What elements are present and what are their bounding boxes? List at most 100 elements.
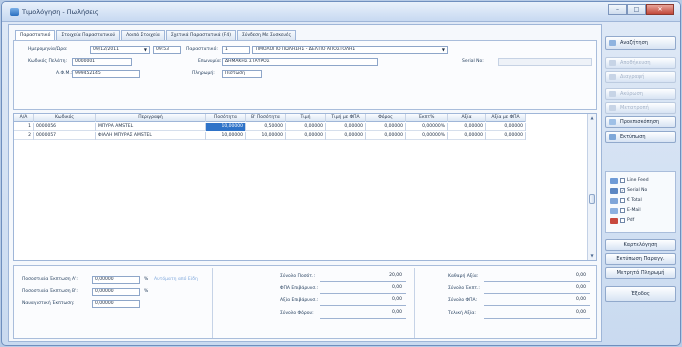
items-grid[interactable]: Α/Α Κωδικός Περιγραφή Ποσότητα Β' Ποσότη… <box>13 113 597 261</box>
order-print-button[interactable]: Εκτύπωση Παραγγ. <box>605 253 676 265</box>
tab-related-documents[interactable]: Σχετικά Παραστατικά (F4) <box>165 30 236 40</box>
convert-icon <box>609 105 616 111</box>
email-checkbox[interactable] <box>620 208 625 213</box>
divider <box>320 318 406 319</box>
payment-field[interactable]: Πίστωση <box>222 70 262 78</box>
option-line-feed[interactable]: Line Feed <box>610 176 649 185</box>
discount-a-label: Ποσοστιαία Έκπτωση Α': <box>22 277 78 282</box>
delete-button[interactable]: Διαγραφή <box>605 71 676 83</box>
item-price[interactable]: 0,00000 <box>286 123 326 131</box>
time-field[interactable]: 09:53 <box>153 46 181 54</box>
option-serial-no[interactable]: ✓ Serial No <box>610 186 647 195</box>
date-field[interactable]: 09/12/2011 ▼ <box>90 46 150 54</box>
item-secondary-quantity[interactable]: 0,50000 <box>246 123 286 131</box>
total-value: 0,00 <box>575 310 586 315</box>
item-discount[interactable]: 0,00000% <box>406 123 448 131</box>
date-label: Ημερομηνία/Ώρα: <box>28 47 68 52</box>
item-value[interactable]: 0,00000 <box>448 132 486 140</box>
table-row[interactable]: 2 0000057 ΦΙΑΛΗ ΜΠΥΡΑΣ AMSTEL 10,00000 1… <box>14 132 526 140</box>
column-header[interactable]: Τιμή <box>286 114 326 122</box>
divider <box>484 281 590 282</box>
total-value: 0,00 <box>391 297 402 302</box>
item-description[interactable]: ΜΠΥΡΑ AMSTEL <box>96 123 206 131</box>
euro-total-checkbox[interactable] <box>620 198 625 203</box>
option-label: Serial No <box>627 188 648 193</box>
item-value-with-vat[interactable]: 0,00000 <box>486 123 526 131</box>
option-label: Pdf <box>627 218 635 223</box>
afm-field[interactable]: 999452145 <box>72 70 140 78</box>
item-tax[interactable]: 0,00000 <box>366 123 406 131</box>
save-button-label: Αποθήκευση <box>620 60 651 66</box>
disk-icon <box>609 60 616 66</box>
total-label: Αξία Επιβάρυνσ.: <box>280 298 319 303</box>
option-euro-total[interactable]: € Total <box>610 196 642 205</box>
column-header[interactable]: Α/Α <box>14 114 34 122</box>
discount-b-field[interactable]: 0,00000 <box>92 288 140 296</box>
exit-button[interactable]: Έξοδος <box>605 286 676 302</box>
print-button[interactable]: Εκτύπωση <box>605 131 676 143</box>
grid-scrollbar[interactable]: ▲ ▼ <box>587 114 596 260</box>
divider <box>320 293 406 294</box>
name-field[interactable]: ΔΗΜΑΚΗΣ ΣΤΑΥΡΟΣ <box>222 58 378 66</box>
search-button[interactable]: Αναζήτηση <box>605 36 676 50</box>
option-email[interactable]: E-Mail <box>610 206 641 215</box>
item-description[interactable]: ΦΙΑΛΗ ΜΠΥΡΑΣ AMSTEL <box>96 132 206 140</box>
tab-other-details[interactable]: Λοιπά Στοιχεία <box>121 30 165 40</box>
save-button[interactable]: Αποθήκευση <box>605 57 676 69</box>
preview-button-label: Προεπισκόπηση <box>620 119 660 125</box>
convert-button[interactable]: Μετατροπή <box>605 102 676 114</box>
title-bar[interactable]: Τιμολόγηση - Πωλήσεις – □ ✕ <box>2 2 680 22</box>
column-header[interactable]: Τιμή με ΦΠΑ <box>326 114 366 122</box>
invoice-window: Τιμολόγηση - Πωλήσεις – □ ✕ Παραστατικό … <box>1 1 681 346</box>
item-price-with-vat[interactable]: 0,00000 <box>326 132 366 140</box>
discount-a-field[interactable]: 0,00000 <box>92 276 140 284</box>
print-button-label: Εκτύπωση <box>620 134 646 140</box>
delete-icon <box>609 74 616 80</box>
pdf-checkbox[interactable] <box>620 218 625 223</box>
scroll-down-icon[interactable]: ▼ <box>589 253 595 259</box>
total-value: 0,00 <box>391 310 402 315</box>
cancel-button[interactable]: Ακύρωση <box>605 88 676 100</box>
item-secondary-quantity[interactable]: 10,00000 <box>246 132 286 140</box>
column-header[interactable]: Κωδικός <box>34 114 96 122</box>
table-row[interactable]: 1 0000056 ΜΠΥΡΑ AMSTEL 10,00000 0,50000 … <box>14 123 526 131</box>
item-value-with-vat[interactable]: 0,00000 <box>486 132 526 140</box>
item-code[interactable]: 0000057 <box>34 132 96 140</box>
item-quantity[interactable]: 10,00000 <box>206 132 246 140</box>
search-icon <box>609 40 616 46</box>
cash-payment-button[interactable]: Μετρητά Πληρωμή <box>605 267 676 279</box>
minimize-button[interactable]: – <box>608 4 627 15</box>
preview-button[interactable]: Προεπισκόπηση <box>605 116 676 128</box>
scroll-thumb[interactable] <box>589 194 595 204</box>
ledger-button[interactable]: Καρτελόγηση <box>605 239 676 251</box>
column-header[interactable]: Αξία με ΦΠΑ <box>486 114 526 122</box>
item-code[interactable]: 0000056 <box>34 123 96 131</box>
item-discount[interactable]: 0,00000% <box>406 132 448 140</box>
scroll-up-icon[interactable]: ▲ <box>589 115 595 121</box>
column-header[interactable]: Φόρος <box>366 114 406 122</box>
close-button[interactable]: ✕ <box>646 4 674 15</box>
column-header[interactable]: Β' Ποσότητα <box>246 114 286 122</box>
tab-document-details[interactable]: Στοιχεία Παραστατικού <box>56 30 121 40</box>
serial-no-checkbox[interactable]: ✓ <box>620 188 625 193</box>
column-header[interactable]: Έκπτ% <box>406 114 448 122</box>
customer-code-field[interactable]: 0000001 <box>72 58 132 66</box>
serial-field[interactable] <box>498 58 592 66</box>
item-quantity[interactable]: 10,00000 <box>206 123 246 131</box>
column-header[interactable]: Αξία <box>448 114 486 122</box>
doc-number-field[interactable]: 1 <box>222 46 250 54</box>
column-header[interactable]: Ποσότητα <box>206 114 246 122</box>
line-feed-checkbox[interactable] <box>620 178 625 183</box>
option-pdf[interactable]: Pdf <box>610 216 634 225</box>
doc-type-select[interactable]: ΤΙΜΟΛΟΓΙΟ ΠΩΛΗΣΗΣ - ΔΕΛΤΙΟ ΑΠΟΣΤΟΛΗΣ ▼ <box>252 46 448 54</box>
maximize-button[interactable]: □ <box>627 4 646 15</box>
column-header[interactable]: Περιγραφή <box>96 114 206 122</box>
item-price[interactable]: 0,00000 <box>286 132 326 140</box>
item-value[interactable]: 0,00000 <box>448 123 486 131</box>
auto-discount-link[interactable]: Αυτόματη από Είδη <box>154 277 198 282</box>
item-tax[interactable]: 0,00000 <box>366 132 406 140</box>
print-options: Line Feed ✓ Serial No € Total E-Mail Pdf <box>605 171 676 233</box>
tab-devices[interactable]: Σύνδεση Με Συσκευές <box>237 30 297 40</box>
amount-discount-field[interactable]: 0,00000 <box>92 300 140 308</box>
item-price-with-vat[interactable]: 0,00000 <box>326 123 366 131</box>
